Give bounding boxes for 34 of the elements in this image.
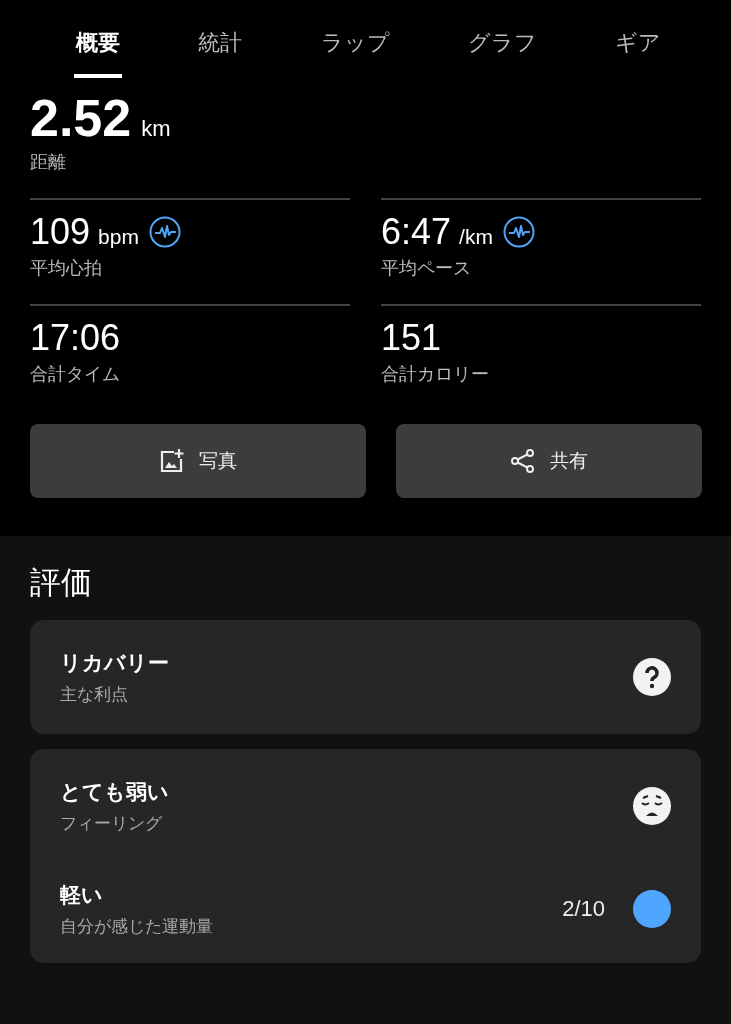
sad-face-icon [633, 787, 671, 825]
rating-subtitle: 自分が感じた運動量 [60, 915, 214, 938]
rating-subtitle: フィーリング [60, 812, 163, 835]
tab[interactable]: 概要 [74, 0, 122, 78]
share-icon [510, 448, 536, 474]
distance-unit: km [141, 116, 171, 142]
heartbeat-icon[interactable] [502, 216, 535, 248]
stat-label: 合計カロリー [381, 363, 490, 386]
stat-value: 17:06 [30, 317, 121, 359]
tab[interactable]: ギア [613, 0, 663, 78]
stat-label: 平均ペース [381, 257, 472, 280]
rating-title: 軽い [60, 881, 104, 908]
rating-title: とても弱い [60, 778, 170, 805]
stat-value: 151 [381, 317, 442, 359]
add-photo-icon [159, 448, 185, 474]
action-button[interactable]: 共有 [396, 424, 702, 498]
stat-unit: bpm [98, 225, 139, 249]
tab[interactable]: 統計 [196, 0, 245, 78]
tab[interactable]: ラップ [318, 0, 392, 78]
help-icon[interactable] [633, 658, 671, 696]
heartbeat-icon[interactable] [148, 216, 181, 248]
section-title: 評価 [30, 564, 93, 602]
rating-reading: 2/10 [562, 896, 605, 922]
rating-title: リカバリー [60, 649, 170, 676]
stat-value: 6:47 [381, 211, 452, 253]
action-button[interactable]: 写真 [30, 424, 366, 498]
tab[interactable]: グラフ [465, 0, 539, 78]
stat-unit: /km [459, 225, 493, 249]
stat-label: 合計タイム [30, 363, 121, 386]
stat-label: 平均心拍 [30, 257, 103, 280]
rating-subtitle: 主な利点 [60, 683, 129, 706]
stat-value: 109 [30, 211, 91, 253]
distance-value: 2.52 [30, 88, 132, 148]
distance-label: 距離 [30, 151, 67, 174]
